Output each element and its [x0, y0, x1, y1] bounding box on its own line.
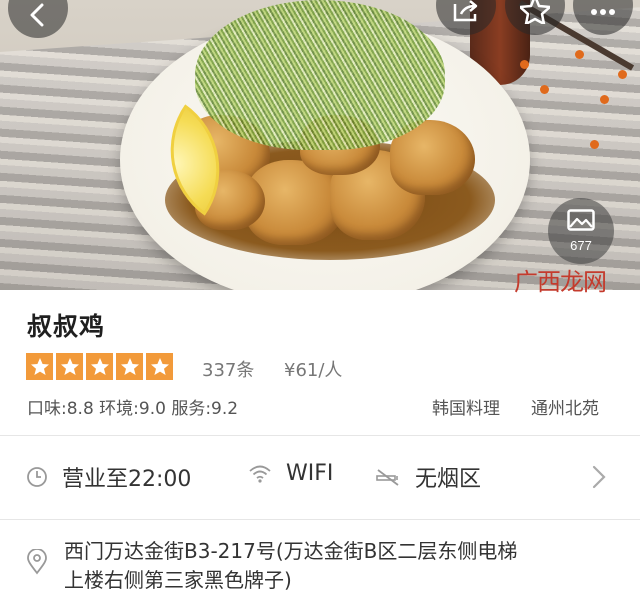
image-icon	[567, 209, 595, 235]
hero-photo[interactable]: 677	[0, 0, 640, 290]
hours-label: 营业至22:00	[62, 467, 192, 492]
berry	[540, 85, 549, 94]
amenities-row[interactable]: 营业至22:00 WIFI 无烟区	[0, 436, 640, 518]
no-smoking-label: 无烟区	[415, 467, 482, 492]
berry	[575, 50, 584, 59]
district-tag[interactable]: 通州北苑	[531, 394, 599, 419]
chevron-right-icon[interactable]	[592, 465, 606, 493]
location-pin-icon	[26, 548, 48, 579]
wifi-icon	[248, 464, 272, 484]
star-outline-icon	[518, 0, 552, 28]
berry	[520, 60, 529, 69]
review-count[interactable]: 337条	[202, 356, 254, 382]
wifi-amenity: WIFI	[248, 461, 333, 486]
no-smoking-amenity: 无烟区	[375, 461, 481, 493]
business-hours: 营业至22:00	[26, 461, 191, 493]
berry	[618, 70, 627, 79]
back-button[interactable]	[8, 0, 68, 38]
average-price: ¥61/人	[284, 360, 343, 381]
star-icon	[26, 353, 53, 380]
watermark: 广西龙网	[514, 268, 607, 296]
star-icon	[86, 353, 113, 380]
share-icon	[451, 0, 481, 28]
no-smoking-icon	[375, 467, 401, 487]
berry	[600, 95, 609, 104]
shop-name: 叔叔鸡	[27, 312, 106, 341]
star-icon	[146, 353, 173, 380]
photo-count-button[interactable]: 677	[548, 198, 614, 264]
wifi-label: WIFI	[286, 461, 334, 486]
scallion-garnish	[195, 0, 445, 150]
star-rating	[26, 353, 173, 380]
chevron-left-icon	[26, 0, 50, 31]
shop-address[interactable]: 西门万达金街B3-217号(万达金街B区二层东侧电梯上楼右侧第三家黑色牌子)	[64, 537, 524, 595]
photo-count: 677	[570, 238, 592, 253]
star-icon	[116, 353, 143, 380]
cuisine-tag[interactable]: 韩国料理	[432, 394, 500, 419]
rating-scores: 口味:8.8 环境:9.0 服务:9.2	[27, 399, 239, 419]
clock-icon	[26, 466, 48, 488]
berry	[590, 140, 599, 149]
address-row[interactable]: 西门万达金街B3-217号(万达金街B区二层东侧电梯上楼右侧第三家黑色牌子)	[0, 520, 640, 610]
star-icon	[56, 353, 83, 380]
more-dots-icon	[588, 0, 618, 28]
